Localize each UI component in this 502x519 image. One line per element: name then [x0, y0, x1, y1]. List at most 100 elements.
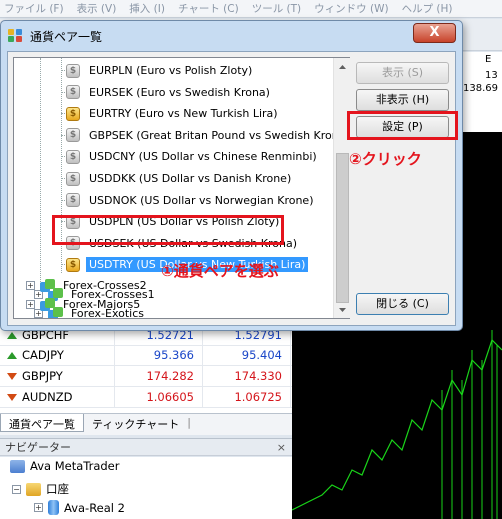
expand-icon[interactable]: +: [26, 281, 35, 290]
symbol-label: EURSEK: [89, 85, 133, 99]
symbol-label: CADJPY: [22, 348, 64, 362]
dialog-title: 通貨ペア一覧: [30, 29, 103, 44]
group-label: Forex-Majors5: [63, 298, 141, 311]
nav-item-accounts[interactable]: − 口座: [12, 481, 69, 497]
group-forex-crosses2[interactable]: + Forex-Crosses2: [26, 276, 150, 295]
symbol-text: GBPSEK (Great Britan Pound vs Swedish Kr…: [86, 128, 350, 143]
show-button[interactable]: 表示 (S): [356, 62, 449, 84]
server-icon: [48, 500, 59, 515]
market-watch: GBPCHF 1.52721 1.52791 CADJPY 95.366 95.…: [0, 325, 292, 415]
down-arrow-icon: [7, 372, 17, 380]
symbol-label: USDCNY: [89, 150, 136, 164]
symbol-description: (US Dollar vs Chinese Renminbi): [138, 150, 317, 164]
symbol-icon: $: [66, 171, 80, 186]
symbol-icon: $: [66, 128, 80, 143]
menu-bar: ファイル (F) 表示 (V) 挿入 (I) チャート (C) ツール (T) …: [0, 0, 502, 18]
tab-tick-chart[interactable]: ティックチャート: [84, 414, 187, 432]
symbol-label: USDDKK: [89, 172, 136, 185]
tree-line: [40, 58, 41, 292]
expand-icon[interactable]: +: [34, 503, 43, 512]
terminal-icon: [10, 459, 25, 473]
chart-header: E 13 138.69: [460, 52, 502, 132]
nav-item-root[interactable]: Ava MetaTrader: [10, 459, 119, 473]
bid-value: 1.06605: [115, 387, 203, 407]
symbol-description: (Euro vs New Turkish Lira): [134, 107, 278, 121]
symbol-label: USDTRY: [89, 258, 133, 272]
navigator-header: ナビゲーター ×: [0, 438, 292, 456]
symbol-text: USDNOK (US Dollar vs Norwegian Krone): [86, 193, 317, 208]
symbol-icon: $: [66, 63, 80, 78]
symbol-description: (Euro vs Swedish Krona): [136, 85, 270, 99]
up-arrow-icon: [7, 351, 17, 359]
tree-scrollbar[interactable]: [333, 58, 350, 318]
navigator-tree: Ava MetaTrader − 口座 + Ava-Real 2: [0, 457, 292, 519]
symbol-text: EURSEK (Euro vs Swedish Krona): [86, 85, 273, 100]
symbol-row-usdcny[interactable]: $ USDCNY (US Dollar vs Chinese Renminbi): [61, 147, 320, 166]
menu-chart[interactable]: チャート (C): [174, 1, 248, 16]
symbol-text: EURPLN (Euro vs Polish Zloty): [86, 63, 255, 78]
symbol-label: USDNOK: [89, 193, 137, 207]
annotation-step1: ①通貨ペアを選ぶ: [161, 262, 279, 280]
symbol-description: (US Dollar vs Norwegian Krone): [140, 193, 314, 207]
tab-symbols[interactable]: 通貨ペア一覧: [0, 414, 84, 432]
symbols-icon: [8, 29, 24, 43]
close-icon[interactable]: ×: [277, 441, 286, 454]
dialog-close-button[interactable]: X: [413, 23, 456, 43]
symbol-row-eursek[interactable]: $ EURSEK (Euro vs Swedish Krona): [61, 83, 273, 102]
menu-window[interactable]: ウィンドウ (W): [310, 1, 397, 16]
annotation-step2: ②クリック: [349, 150, 422, 168]
symbol-row-eurpln[interactable]: $ EURPLN (Euro vs Polish Zloty): [61, 61, 255, 80]
symbol-text: USDCNY (US Dollar vs Chinese Renminbi): [86, 149, 320, 164]
collapse-icon[interactable]: −: [12, 484, 21, 494]
price-chart: [292, 330, 502, 519]
chart-label-13: 13: [485, 70, 498, 81]
nav-item-account[interactable]: + Ava-Real 2: [34, 500, 125, 515]
symbol-text: EURTRY (Euro vs New Turkish Lira): [86, 106, 281, 121]
symbol-description: (Great Britan Pound vs Swedish Krona): [136, 128, 350, 142]
ask-value: 1.06725: [203, 387, 291, 407]
bid-value: 174.282: [115, 366, 203, 386]
market-row-audnzd[interactable]: AUDNZD 1.06605 1.06725: [0, 387, 292, 408]
expand-icon[interactable]: +: [26, 300, 35, 309]
chart-label-e: E: [485, 54, 492, 65]
bid-value: 95.366: [115, 345, 203, 365]
symbol-row-usdnok[interactable]: $ USDNOK (US Dollar vs Norwegian Krone): [61, 191, 317, 210]
symbol-row-eurtry[interactable]: $ EURTRY (Euro vs New Turkish Lira): [61, 104, 281, 123]
folder-icon: [40, 297, 56, 312]
navigator-title: ナビゲーター: [5, 441, 71, 454]
menu-tools[interactable]: ツール (T): [248, 1, 310, 16]
tab-separator: |: [187, 416, 191, 429]
active-symbol-icon: $: [66, 106, 80, 121]
market-row-gbpjpy[interactable]: GBPJPY 174.282 174.330: [0, 366, 292, 387]
down-arrow-icon: [7, 393, 17, 401]
symbol-label: EURPLN: [89, 64, 133, 77]
symbol-description: (Euro vs Polish Zloty): [136, 64, 253, 77]
symbol-row-usddkk[interactable]: $ USDDKK (US Dollar vs Danish Krone): [61, 169, 294, 188]
symbol-description: (US Dollar vs Danish Krone): [138, 172, 292, 185]
menu-insert[interactable]: 挿入 (I): [125, 1, 174, 16]
symbol-icon: $: [66, 85, 80, 100]
menu-help[interactable]: ヘルプ (H): [398, 1, 462, 16]
group-forex-majors5[interactable]: + Forex-Majors5: [26, 295, 143, 314]
group-label: Forex-Crosses2: [63, 279, 147, 292]
scroll-down-icon[interactable]: [334, 301, 351, 318]
hide-button[interactable]: 非表示 (H): [356, 89, 449, 111]
menu-view[interactable]: 表示 (V): [73, 1, 126, 16]
folder-icon: [40, 278, 56, 293]
close-button[interactable]: 閉じる (C): [356, 293, 449, 315]
market-row-cadjpy[interactable]: CADJPY 95.366 95.404: [0, 345, 292, 366]
price-line: [292, 338, 502, 511]
highlight-settings-button: [347, 111, 458, 140]
chart-price-label: 138.69: [463, 83, 498, 94]
symbol-label: GBPJPY: [22, 369, 63, 383]
up-arrow-icon: [7, 331, 17, 339]
symbol-icon: $: [66, 149, 80, 164]
symbol-row-gbpsek[interactable]: $ GBPSEK (Great Britan Pound vs Swedish K…: [61, 126, 350, 145]
nav-item-label: Ava-Real 2: [64, 500, 125, 515]
menu-file[interactable]: ファイル (F): [0, 1, 73, 16]
symbol-label: AUDNZD: [22, 390, 73, 404]
active-symbol-icon: $: [66, 257, 80, 272]
ask-value: 174.330: [203, 366, 291, 386]
scroll-thumb[interactable]: [336, 153, 349, 303]
scroll-up-icon[interactable]: [334, 58, 351, 75]
